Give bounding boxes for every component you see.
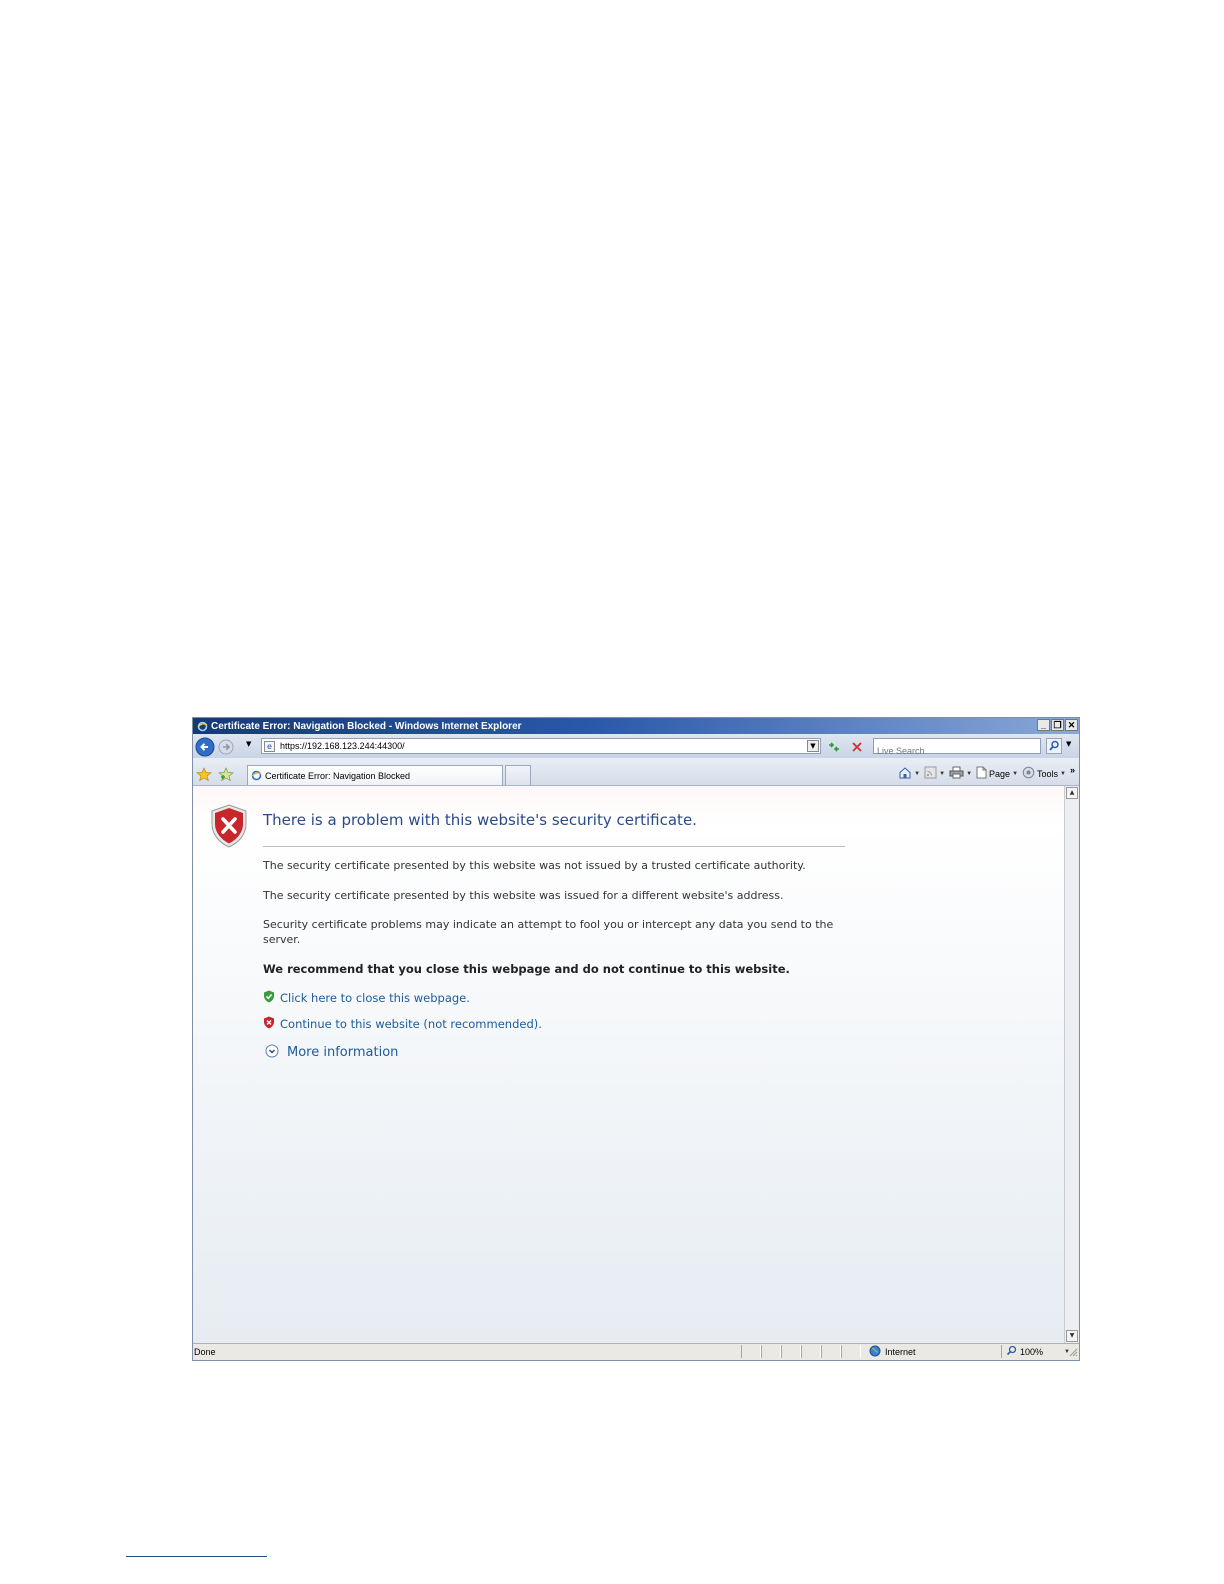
search-box[interactable] [873,738,1041,758]
vertical-scrollbar[interactable]: ▲ ▼ [1064,786,1079,1343]
more-information-link[interactable]: More information [287,1045,398,1060]
favorites-star-icon[interactable] [196,766,212,785]
error-heading: There is a problem with this website's s… [263,811,697,829]
history-dropdown-icon[interactable]: ▼ [246,740,251,748]
browser-window: Certificate Error: Navigation Blocked - … [192,717,1080,1361]
zone-label: Internet [885,1347,916,1357]
toolbar-overflow-button[interactable]: » [1070,765,1075,775]
close-webpage-link[interactable]: Click here to close this webpage. [280,991,470,1005]
tab-row: Certificate Error: Navigation Blocked ▼ … [193,758,1079,786]
address-row: ▼ e https://192.168.123.244:44300/ ▼ ▼ [193,734,1079,758]
status-text: Done [194,1347,216,1357]
close-window-button[interactable]: ✕ [1065,719,1078,731]
recommendation-text: We recommend that you close this webpage… [263,962,790,976]
tools-gear-icon [1022,766,1035,781]
search-options-icon[interactable]: ▼ [1066,740,1071,748]
search-input[interactable] [874,744,1040,758]
add-favorites-icon[interactable] [218,766,234,785]
command-bar: ▼ ▼ ▼ Page ▼ Tools ▼ » [898,765,1075,781]
status-pane [801,1345,821,1358]
heading-divider [263,846,845,847]
expand-chevron-icon [265,1043,279,1062]
status-pane [841,1345,861,1358]
status-pane [761,1345,781,1358]
minimize-button[interactable]: _ [1037,719,1050,731]
window-title: Certificate Error: Navigation Blocked - … [211,720,522,732]
stop-icon[interactable] [850,739,864,758]
forward-arrow-icon[interactable] [218,739,234,759]
status-panes [741,1345,861,1358]
home-icon [898,766,912,781]
title-bar[interactable]: Certificate Error: Navigation Blocked - … [193,718,1079,734]
address-dropdown-icon[interactable]: ▼ [807,740,819,752]
tab-label: Certificate Error: Navigation Blocked [265,770,411,781]
page-favicon-icon: e [264,740,275,752]
print-icon [949,766,964,781]
refresh-icon[interactable] [826,739,842,758]
address-url[interactable]: https://192.168.123.244:44300/ [280,741,405,751]
home-button[interactable]: ▼ [898,766,920,781]
status-bar: Done Internet 100% ▼ [193,1343,1079,1360]
feeds-button[interactable]: ▼ [924,766,945,781]
page-menu-label: Page [989,768,1011,779]
scroll-down-icon[interactable]: ▼ [1066,1330,1078,1342]
shield-error-icon [209,804,249,852]
more-information-toggle[interactable]: More information [265,1043,398,1062]
zoom-icon [1006,1345,1017,1358]
tools-menu[interactable]: Tools ▼ [1022,766,1066,781]
green-shield-icon [263,988,275,1007]
close-webpage-row[interactable]: Click here to close this webpage. [263,988,470,1007]
warning-text: Security certificate problems may indica… [263,918,834,946]
tab-certificate-error[interactable]: Certificate Error: Navigation Blocked [247,765,503,785]
continue-website-link[interactable]: Continue to this website (not recommende… [280,1017,542,1031]
zoom-control[interactable]: 100% ▼ [1001,1345,1070,1358]
print-button[interactable]: ▼ [949,766,972,781]
restore-button[interactable]: ❐ [1051,719,1064,731]
ie-logo-icon [196,720,208,732]
scroll-up-icon[interactable]: ▲ [1066,787,1078,799]
status-pane [781,1345,801,1358]
untrusted-authority-text: The security certificate presented by th… [263,859,806,872]
status-pane [821,1345,841,1358]
new-tab-button[interactable] [505,765,531,785]
resize-grip-icon[interactable] [1068,1347,1078,1359]
status-pane [741,1345,761,1358]
feeds-icon [924,766,937,781]
search-icon[interactable] [1046,738,1062,758]
security-zone[interactable]: Internet [869,1345,916,1359]
red-shield-icon [263,1014,275,1033]
tools-menu-label: Tools [1037,768,1059,779]
page-content: There is a problem with this website's s… [193,786,1066,1343]
zoom-level: 100% [1020,1346,1044,1357]
continue-website-row[interactable]: Continue to this website (not recommende… [263,1014,542,1033]
address-mismatch-text: The security certificate presented by th… [263,889,784,902]
footnote-divider [126,1556,267,1557]
globe-icon [869,1345,881,1359]
address-bar[interactable]: e https://192.168.123.244:44300/ ▼ [261,738,821,754]
page-icon [976,766,987,781]
page-menu[interactable]: Page ▼ [976,766,1018,781]
tab-ie-icon [251,766,262,785]
